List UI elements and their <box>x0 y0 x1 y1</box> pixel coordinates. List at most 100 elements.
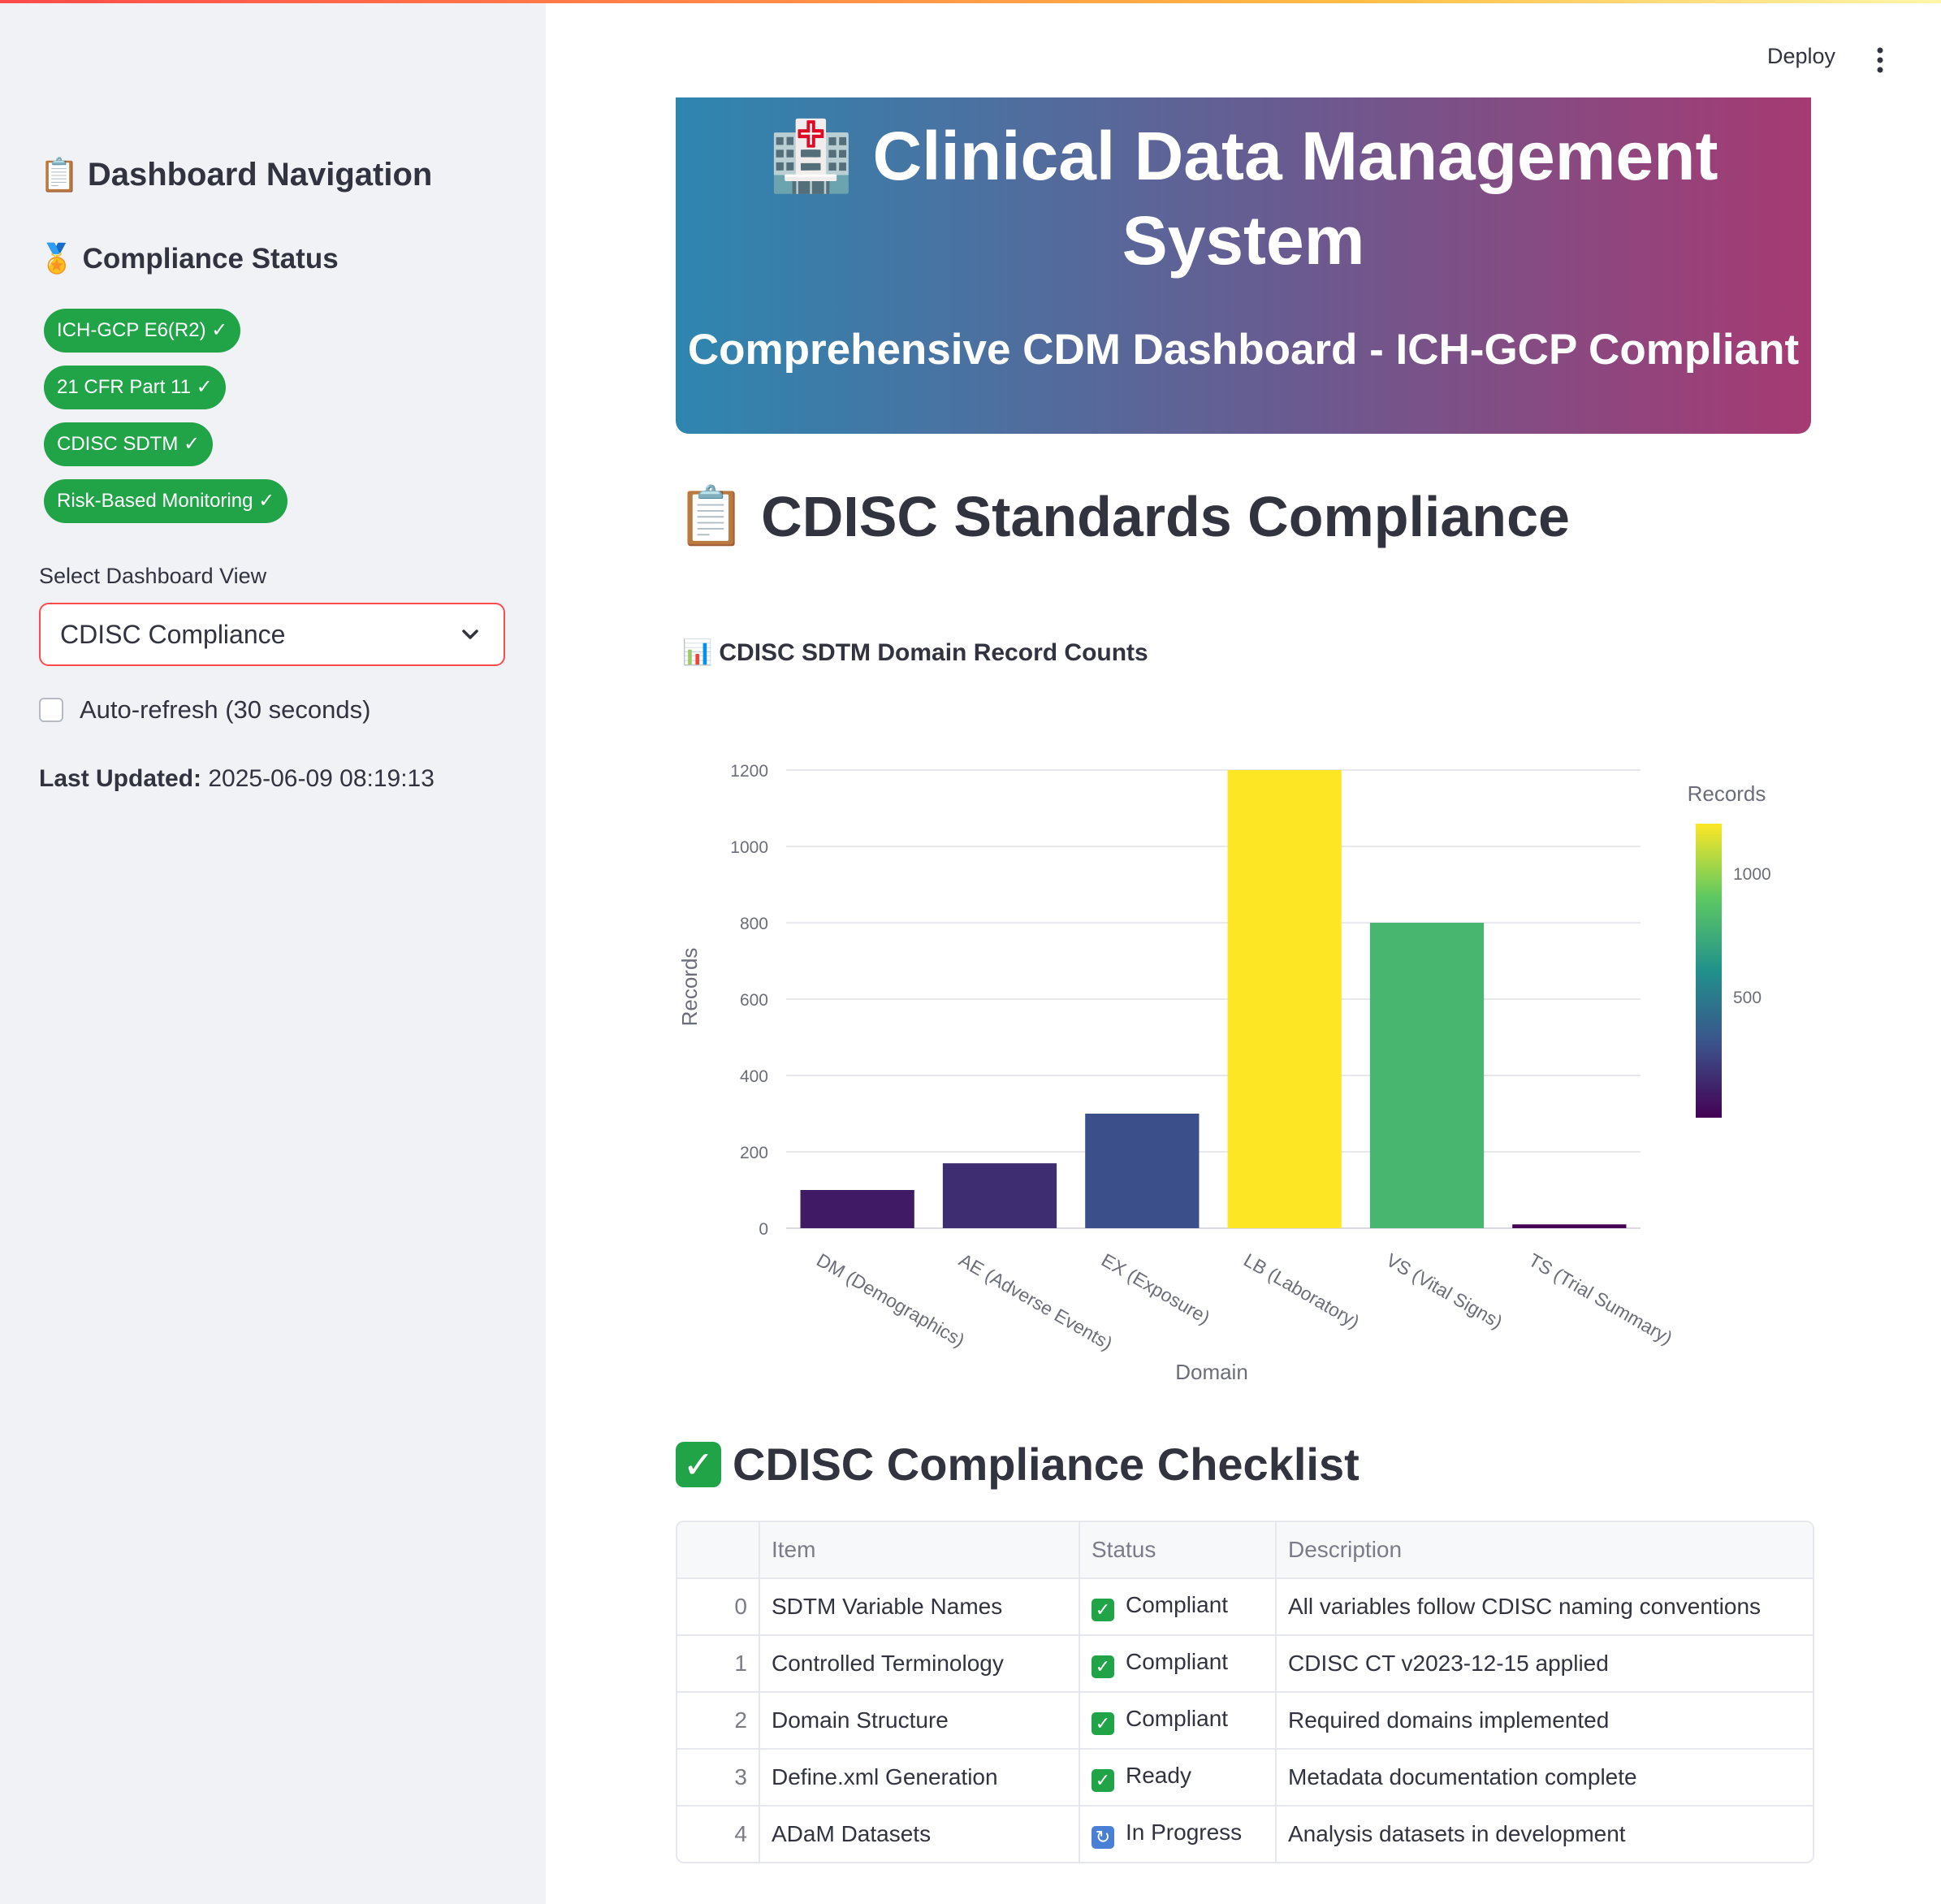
row-item: Define.xml Generation <box>759 1749 1080 1807</box>
clipboard-icon: 📋 <box>676 482 747 549</box>
checklist-title: ✓ CDISC Compliance Checklist <box>676 1438 1360 1491</box>
row-description: Required domains implemented <box>1276 1692 1813 1750</box>
compliance-status-heading: 🏅 Compliance Status <box>39 242 339 276</box>
row-status: ✓ Compliant <box>1079 1692 1277 1750</box>
kebab-menu-icon[interactable] <box>1868 45 1892 75</box>
x-tick-label: EX (Exposure) <box>1098 1249 1214 1328</box>
chevron-down-icon <box>462 630 478 639</box>
table-row: 1 Controlled Terminology ✓ Compliant CDIS… <box>677 1635 1813 1693</box>
bar-ex <box>1085 1114 1200 1228</box>
bar-lb <box>1227 770 1342 1228</box>
column-header-status[interactable]: Status <box>1079 1522 1277 1579</box>
bar-dm <box>800 1190 914 1228</box>
table-row: 2 Domain Structure ✓ Compliant Required d… <box>677 1692 1813 1750</box>
row-index: 4 <box>677 1806 760 1862</box>
chart-gridlines <box>786 769 1641 1229</box>
bar-vs <box>1369 923 1485 1228</box>
checklist-title-text: CDISC Compliance Checklist <box>733 1439 1360 1490</box>
colorbar-tick-label: 500 <box>1733 989 1762 1007</box>
deploy-button[interactable]: Deploy <box>1767 44 1835 69</box>
chart-title-text: CDISC SDTM Domain Record Counts <box>719 638 1148 666</box>
last-updated-value: 2025-06-09 08:19:13 <box>208 765 434 792</box>
last-updated: Last Updated: 2025-06-09 08:19:13 <box>39 765 434 793</box>
badge-cfr-part-11: 21 CFR Part 11 ✓ <box>44 366 226 409</box>
autorefresh-row[interactable]: Auto-refresh (30 seconds) <box>39 695 370 725</box>
table-row: 3 Define.xml Generation ✓ Ready Metadata … <box>677 1749 1813 1807</box>
colorbar-tick-label: 1000 <box>1733 865 1771 884</box>
chart-x-tick-labels: DM (Demographics)AE (Adverse Events)EX (… <box>813 1249 1676 1354</box>
check-icon: ✓ <box>676 1441 721 1487</box>
check-icon: ✓ <box>1092 1769 1114 1792</box>
row-status: ↻ In Progress <box>1079 1806 1277 1862</box>
row-index: 3 <box>677 1749 760 1807</box>
row-index: 1 <box>677 1635 760 1693</box>
check-icon: ✓ <box>1092 1655 1114 1678</box>
compliance-table: Item Status Description 0 SDTM Variable … <box>676 1521 1814 1863</box>
table-header-row: Item Status Description <box>677 1522 1813 1579</box>
colorbar-title: Records <box>1688 781 1766 806</box>
chart-y-tick-labels: 0 200 400 600 800 1000 1200 <box>730 762 768 1239</box>
x-tick-label: DM (Demographics) <box>813 1249 968 1351</box>
column-header-description[interactable]: Description <box>1276 1522 1813 1579</box>
row-index: 2 <box>677 1692 760 1750</box>
dashboard-view-select[interactable]: CDISC Compliance <box>39 603 505 666</box>
row-description: CDISC CT v2023-12-15 applied <box>1276 1635 1813 1693</box>
badge-risk-based-monitoring: Risk-Based Monitoring ✓ <box>44 479 288 523</box>
row-status-text: In Progress <box>1126 1820 1243 1845</box>
badge-cdisc-sdtm: CDISC SDTM ✓ <box>44 422 214 466</box>
column-header-index <box>677 1522 760 1579</box>
row-index: 0 <box>677 1578 760 1636</box>
x-tick-label: AE (Adverse Events) <box>956 1249 1117 1354</box>
row-description: Analysis datasets in development <box>1288 1821 1626 1846</box>
row-item: SDTM Variable Names <box>759 1578 1080 1636</box>
y-tick-label: 1000 <box>730 838 768 857</box>
row-description: Metadata documentation complete <box>1276 1749 1813 1807</box>
badge-ich-gcp: ICH-GCP E6(R2) ✓ <box>44 309 241 353</box>
row-status-text: Compliant <box>1126 1649 1229 1674</box>
row-status-text: Compliant <box>1126 1706 1229 1731</box>
bar-ae <box>942 1163 1057 1228</box>
hero-title-text: Clinical Data Management System <box>872 118 1718 279</box>
bar-chart-icon: 📊 <box>682 638 713 667</box>
row-status: ✓ Compliant <box>1079 1635 1277 1693</box>
row-item: ADaM Datasets <box>759 1806 1080 1862</box>
x-tick-label: VS (Vital Signs) <box>1383 1249 1507 1333</box>
chart-title: 📊 CDISC SDTM Domain Record Counts <box>682 638 1148 667</box>
y-tick-label: 200 <box>740 1144 768 1162</box>
row-item: Domain Structure <box>759 1692 1080 1750</box>
bar-ts <box>1512 1224 1627 1228</box>
row-status-text: Compliant <box>1126 1592 1229 1617</box>
medal-icon: 🏅 <box>39 243 75 275</box>
y-tick-label: 600 <box>740 991 768 1010</box>
clipboard-icon: 📋 <box>39 157 80 194</box>
row-item: Controlled Terminology <box>759 1635 1080 1693</box>
y-tick-label: 0 <box>759 1220 768 1239</box>
y-tick-label: 1200 <box>730 762 768 781</box>
hero-title: 🏥 Clinical Data Management System <box>676 114 1811 283</box>
table-row: 0 SDTM Variable Names ✓ Compliant All var… <box>677 1578 1813 1636</box>
x-tick-label: LB (Laboratory) <box>1240 1249 1363 1332</box>
row-status-text: Ready <box>1126 1763 1191 1788</box>
section-title-text: CDISC Standards Compliance <box>761 484 1570 548</box>
column-header-item[interactable]: Item <box>759 1522 1080 1579</box>
refresh-icon: ↻ <box>1092 1826 1114 1849</box>
dashboard-view-value: CDISC Compliance <box>60 620 286 649</box>
hero-banner: 🏥 Clinical Data Management System Compre… <box>676 97 1811 434</box>
hero-subtitle: Comprehensive CDM Dashboard - ICH-GCP Co… <box>687 326 1800 374</box>
sidebar: 📋 Dashboard Navigation 🏅 Compliance Stat… <box>0 3 546 1904</box>
table-row: 4 ADaM Datasets ↻ In Progress Analysis da… <box>677 1806 1813 1862</box>
sidebar-title-text: Dashboard Navigation <box>87 157 433 193</box>
row-status: ✓ Ready <box>1079 1749 1277 1807</box>
chart-x-axis-title: Domain <box>1175 1360 1248 1384</box>
y-tick-label: 800 <box>740 915 768 933</box>
sidebar-title: 📋 Dashboard Navigation <box>39 156 432 194</box>
colorbar-ticks: 500 1000 <box>1733 865 1771 1007</box>
row-status: ✓ Compliant <box>1079 1578 1277 1636</box>
colorbar <box>1696 824 1722 1118</box>
autorefresh-label: Auto-refresh (30 seconds) <box>80 695 371 724</box>
row-description: All variables follow CDISC naming conven… <box>1276 1578 1813 1636</box>
y-tick-label: 400 <box>740 1067 768 1086</box>
autorefresh-checkbox[interactable] <box>39 698 63 722</box>
check-icon: ✓ <box>1092 1599 1114 1621</box>
x-tick-label: TS (Trial Summary) <box>1525 1249 1676 1348</box>
